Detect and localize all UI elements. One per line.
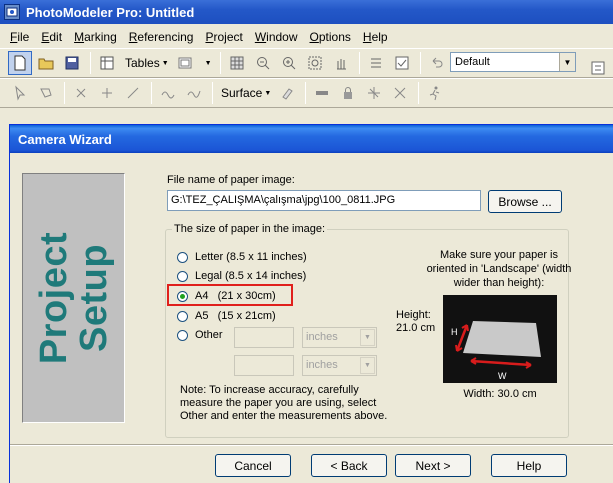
surface-dropdown[interactable]: Surface ▼ xyxy=(221,86,271,100)
chevron-down-icon: ▼ xyxy=(204,59,212,67)
radio-other[interactable]: Other xyxy=(177,329,223,341)
view-dropdown[interactable]: ▼ xyxy=(203,60,212,67)
radio-button[interactable] xyxy=(177,270,188,282)
browse-button[interactable]: Browse ... xyxy=(488,190,562,213)
radio-a5[interactable]: A5 (15 x 21cm) xyxy=(177,310,276,322)
cancel-button[interactable]: Cancel xyxy=(215,454,291,477)
draw-line-icon[interactable] xyxy=(121,81,145,105)
radio-button[interactable] xyxy=(177,329,188,341)
toolbar-separator xyxy=(151,82,152,104)
run-process-icon[interactable] xyxy=(423,81,447,105)
landscape-note: Make sure your paper is oriented in 'Lan… xyxy=(426,249,572,289)
grid-view-icon[interactable] xyxy=(225,51,249,75)
main-toolbar: Tables ▼ ▼ Default ▼ xyxy=(0,48,613,78)
dialog-title[interactable]: Camera Wizard xyxy=(10,125,613,153)
view-window-icon[interactable] xyxy=(173,51,197,75)
app-title-bar[interactable]: PhotoModeler Pro: Untitled xyxy=(0,0,613,24)
transform-icon[interactable] xyxy=(362,81,386,105)
scale-icon[interactable] xyxy=(388,81,412,105)
zoom-in-icon[interactable] xyxy=(277,51,301,75)
app-icon xyxy=(4,4,20,20)
accuracy-note: Note: To increase accuracy, carefully me… xyxy=(180,384,388,422)
other-height-unit-select[interactable]: inches ▼ xyxy=(302,355,377,376)
eraser-icon[interactable] xyxy=(275,81,299,105)
select-arrow-icon[interactable] xyxy=(8,81,32,105)
menu-window[interactable]: Window xyxy=(253,28,300,46)
app-title: PhotoModeler Pro: Untitled xyxy=(26,4,195,20)
toolbar-separator xyxy=(419,52,421,74)
new-file-icon[interactable] xyxy=(8,51,32,75)
other-width-input[interactable] xyxy=(234,327,294,348)
toolbar-separator xyxy=(305,82,307,104)
list-icon[interactable] xyxy=(364,51,388,75)
photo-h-label: H xyxy=(451,327,458,337)
toolbar-separator xyxy=(418,82,420,104)
marking-toolbar: Surface ▼ xyxy=(0,78,613,108)
toolbar-separator xyxy=(358,52,360,74)
chevron-down-icon[interactable]: ▼ xyxy=(559,53,575,71)
style-combo[interactable]: Default ▼ xyxy=(450,52,576,72)
menu-bar: File Edit Marking Referencing Project Wi… xyxy=(0,26,613,48)
other-height-input[interactable] xyxy=(234,355,294,376)
bar-icon[interactable] xyxy=(310,81,334,105)
next-button[interactable]: Next > xyxy=(395,454,471,477)
height-label: Height: 21.0 cm xyxy=(396,309,436,334)
lock-icon[interactable] xyxy=(336,81,360,105)
photo-table-icon[interactable] xyxy=(95,51,119,75)
menu-options[interactable]: Options xyxy=(308,28,353,46)
menu-project[interactable]: Project xyxy=(203,28,244,46)
paper-size-group-label: The size of paper in the image: xyxy=(172,223,328,235)
save-icon[interactable] xyxy=(60,51,84,75)
footer-separator xyxy=(10,444,613,446)
radio-legal[interactable]: Legal (8.5 x 14 inches) xyxy=(177,270,306,282)
file-name-label: File name of paper image: xyxy=(167,174,295,186)
project-setup-banner: Project Setup xyxy=(22,173,125,423)
menu-referencing[interactable]: Referencing xyxy=(127,28,196,46)
chevron-down-icon: ▼ xyxy=(264,89,272,97)
radio-button[interactable] xyxy=(177,310,188,322)
chevron-down-icon: ▼ xyxy=(360,329,375,346)
chevron-down-icon: ▼ xyxy=(161,59,169,67)
file-name-input[interactable]: G:\TEZ_ÇALIŞMA\çalışma\jpg\100_0811.JPG xyxy=(167,190,481,211)
paper-photo: H W xyxy=(443,295,557,383)
delete-mark-icon[interactable] xyxy=(69,81,93,105)
toolbar-separator xyxy=(219,52,221,74)
open-folder-icon[interactable] xyxy=(34,51,58,75)
radio-a4[interactable]: A4 (21 x 30cm) xyxy=(177,290,276,302)
tables-dropdown[interactable]: Tables ▼ xyxy=(125,56,169,70)
edge-icon[interactable] xyxy=(182,81,206,105)
style-settings-icon[interactable] xyxy=(586,56,610,80)
lasso-select-icon[interactable] xyxy=(34,81,58,105)
other-width-unit-select[interactable]: inches ▼ xyxy=(302,327,377,348)
undo-icon[interactable] xyxy=(425,51,449,75)
back-button[interactable]: < Back xyxy=(311,454,387,477)
curve-icon[interactable] xyxy=(156,81,180,105)
photo-w-label: W xyxy=(498,371,507,381)
radio-button[interactable] xyxy=(177,290,188,302)
zoom-out-icon[interactable] xyxy=(251,51,275,75)
settings-check-icon[interactable] xyxy=(390,51,414,75)
chevron-down-icon: ▼ xyxy=(360,357,375,374)
pan-hand-icon[interactable] xyxy=(329,51,353,75)
toolbar-separator xyxy=(90,52,91,74)
toolbar-separator xyxy=(64,82,65,104)
toolbar-separator xyxy=(212,82,213,104)
help-button[interactable]: Help xyxy=(491,454,567,477)
menu-help[interactable]: Help xyxy=(361,28,390,46)
zoom-extents-icon[interactable] xyxy=(303,51,327,75)
banner-text: Project Setup xyxy=(32,231,115,365)
menu-file[interactable]: File xyxy=(8,28,31,46)
radio-letter[interactable]: Letter (8.5 x 11 inches) xyxy=(177,251,307,263)
radio-button[interactable] xyxy=(177,251,188,263)
add-point-icon[interactable] xyxy=(95,81,119,105)
menu-marking[interactable]: Marking xyxy=(72,28,119,46)
camera-wizard-dialog: Camera Wizard Project Setup File name of… xyxy=(9,124,613,483)
width-label: Width: 30.0 cm xyxy=(463,388,537,400)
menu-edit[interactable]: Edit xyxy=(39,28,64,46)
